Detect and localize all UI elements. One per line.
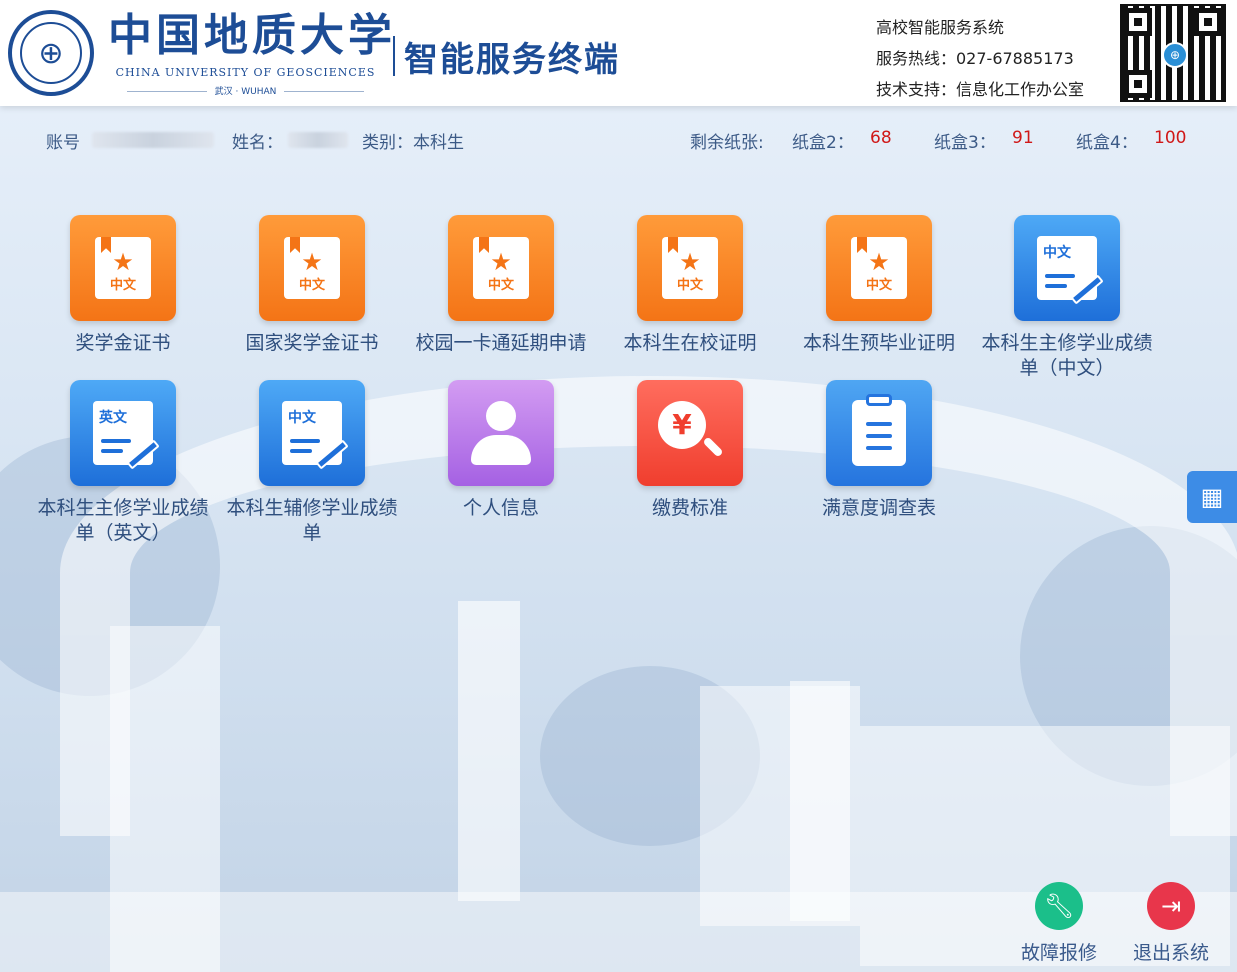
tile-label: 本科生在校证明	[623, 332, 757, 354]
category-text: 类别：本科生	[362, 133, 464, 153]
tile-fee-standard[interactable]: ¥ 缴费标准	[600, 380, 780, 521]
university-name-en: CHINA UNIVERSITY OF GEOSCIENCES	[115, 66, 376, 79]
tray2-count: 68	[870, 128, 892, 148]
service-info: 高校智能服务系统 服务热线：027-67885173 技术支持：信息化工作办公室	[876, 12, 1084, 105]
terminal-title: 智能服务终端	[404, 40, 620, 80]
qr-code-icon: ⊕	[1120, 4, 1226, 102]
tile-scholarship-certificate[interactable]: ★ 中文 奖学金证书	[33, 215, 213, 356]
paper-remaining-label: 剩余纸张:	[690, 133, 764, 153]
repair-label: 故障报修	[1020, 942, 1097, 964]
tech-support: 技术支持：信息化工作办公室	[876, 80, 1085, 99]
status-bar: 账号 姓名： 类别：本科生 剩余纸张: 纸盒2： 68 纸盒3： 91 纸盒4：…	[0, 126, 1237, 156]
tile-label: 本科生预毕业证明	[802, 332, 955, 354]
header-divider	[393, 36, 395, 76]
tray4-label: 纸盒4：	[1076, 133, 1138, 153]
certificate-star-icon: ★ 中文	[826, 215, 932, 321]
transcript-icon: 英文	[70, 380, 176, 486]
logout-icon: ⇥	[1147, 882, 1195, 930]
certificate-star-icon: ★ 中文	[70, 215, 176, 321]
tile-major-transcript-en[interactable]: 英文 本科生主修学业成绩单（英文）	[33, 380, 213, 546]
tile-label: 满意度调查表	[821, 497, 936, 519]
transcript-icon: 中文	[259, 380, 365, 486]
certificate-star-icon: ★ 中文	[259, 215, 365, 321]
exit-button[interactable]: ⇥ 退出系统	[1121, 882, 1221, 965]
certificate-star-icon: ★ 中文	[637, 215, 743, 321]
tile-major-transcript-cn[interactable]: 中文 本科生主修学业成绩单（中文）	[977, 215, 1157, 381]
tile-label: 本科生主修学业成绩单（中文）	[981, 332, 1153, 379]
qr-icon: ▦	[1200, 483, 1224, 511]
tile-label: 奖学金证书	[75, 332, 171, 354]
university-name-cn: 中国地质大学	[108, 10, 396, 61]
wrench-icon: 🔧︎	[1035, 882, 1083, 930]
person-icon	[448, 380, 554, 486]
university-seal-logo: ⊕	[8, 10, 94, 96]
tile-personal-info[interactable]: 个人信息	[411, 380, 591, 521]
transcript-icon: 中文	[1014, 215, 1120, 321]
tile-enrollment-certificate[interactable]: ★ 中文 本科生在校证明	[600, 215, 780, 356]
tray4-count: 100	[1154, 128, 1187, 148]
tile-label: 本科生主修学业成绩单（英文）	[37, 497, 209, 544]
tray3-count: 91	[1012, 128, 1034, 148]
system-name: 高校智能服务系统	[876, 18, 1005, 37]
background-pillar	[790, 681, 850, 921]
tile-minor-transcript[interactable]: 中文 本科生辅修学业成绩单	[222, 380, 402, 546]
seal-emblem-icon: ⊕	[20, 22, 82, 84]
tile-pre-graduation-certificate[interactable]: ★ 中文 本科生预毕业证明	[789, 215, 969, 356]
tile-label: 个人信息	[462, 497, 539, 519]
exit-label: 退出系统	[1132, 942, 1209, 964]
background-pillar	[458, 601, 520, 901]
header-bar: ⊕ 中国地质大学 CHINA UNIVERSITY OF GEOSCIENCES…	[0, 0, 1237, 106]
account-label: 账号	[46, 133, 80, 153]
tile-campus-card-extension[interactable]: ★ 中文 校园一卡通延期申请	[411, 215, 591, 356]
tile-label: 校园一卡通延期申请	[415, 332, 587, 354]
name-value-redacted	[288, 132, 348, 148]
clipboard-icon	[826, 380, 932, 486]
name-label: 姓名：	[232, 133, 283, 153]
tile-label: 缴费标准	[651, 497, 728, 519]
qr-center-logo-icon: ⊕	[1162, 42, 1188, 68]
tile-satisfaction-survey[interactable]: 满意度调查表	[789, 380, 969, 521]
repair-button[interactable]: 🔧︎ 故障报修	[1009, 882, 1109, 965]
tray3-label: 纸盒3：	[934, 133, 996, 153]
account-value-redacted	[92, 132, 214, 148]
side-qr-button[interactable]: ▦	[1187, 471, 1237, 523]
tile-label: 国家奖学金证书	[245, 332, 379, 354]
tile-national-scholarship-certificate[interactable]: ★ 中文 国家奖学金证书	[222, 215, 402, 356]
fee-search-icon: ¥	[637, 380, 743, 486]
location-text: 武汉 · WUHAN	[214, 87, 277, 97]
tray2-label: 纸盒2：	[792, 133, 854, 153]
tile-label: 本科生辅修学业成绩单	[226, 497, 398, 544]
university-location: 武汉 · WUHAN	[108, 84, 383, 97]
service-hotline: 服务热线：027-67885173	[876, 49, 1074, 68]
certificate-star-icon: ★ 中文	[448, 215, 554, 321]
